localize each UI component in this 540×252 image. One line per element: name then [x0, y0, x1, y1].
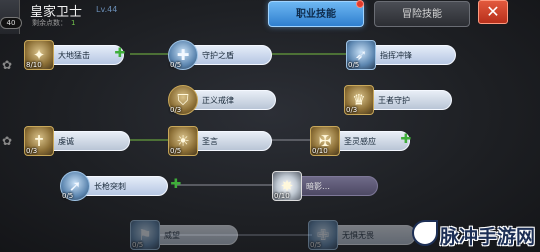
- skill-node[interactable]: ➚ 0/5 长枪突刺 ✚: [60, 171, 182, 201]
- skill-name: 虔诚: [58, 137, 74, 146]
- skill-name: 威望: [164, 231, 180, 240]
- watermark-logo: [412, 220, 438, 246]
- skill-level: 0/3: [170, 106, 182, 114]
- skill-node[interactable]: ✦ 8/10 大地猛击 ✚: [24, 40, 130, 70]
- skill-node[interactable]: ⚑ 0/5 威望: [130, 220, 240, 250]
- skill-node[interactable]: ✝ 0/3 虔诚: [24, 126, 132, 156]
- skill-level: 0/5: [348, 61, 360, 69]
- skill-name: 无惧无畏: [342, 231, 374, 240]
- skill-level: 0/5: [132, 241, 144, 249]
- skill-node[interactable]: ✙ 0/5 无惧无畏: [308, 220, 418, 250]
- skill-node[interactable]: ✸ 0/10 暗影…: [272, 171, 380, 201]
- skill-name: 正义戒律: [202, 96, 234, 105]
- skill-node[interactable]: ♛ 0/3 王者守护: [344, 85, 454, 115]
- skill-name: 圣言: [202, 137, 218, 146]
- skill-node[interactable]: ✠ 0/10 圣灵感应 ✚: [310, 126, 416, 156]
- skill-level: 0/10: [274, 192, 290, 200]
- plus-icon[interactable]: ✚: [170, 178, 182, 191]
- skill-name: 圣灵感应: [344, 137, 376, 146]
- skill-tree-panel: 40 皇家卫士 Lv.44 剩余点数： 1 职业技能 冒险技能 ✕ ✿ ✿ ✦ 8…: [0, 0, 540, 252]
- plus-icon[interactable]: ✚: [400, 133, 412, 146]
- skill-node[interactable]: ➶ 0/5 指挥冲锋: [346, 40, 458, 70]
- plus-icon[interactable]: ✚: [114, 47, 126, 60]
- skill-node[interactable]: ☀ 0/5 圣言: [168, 126, 274, 156]
- skill-level: 0/3: [346, 106, 358, 114]
- skill-connectors: [40, 53, 346, 236]
- skill-name: 大地猛击: [58, 51, 90, 60]
- skill-node[interactable]: ✚ 0/5 守护之盾: [168, 40, 274, 70]
- skill-level: 0/5: [310, 241, 322, 249]
- skill-level: 0/5: [62, 192, 74, 200]
- watermark: 脉冲手游网: [440, 226, 536, 248]
- skill-name: 王者守护: [378, 96, 410, 105]
- skill-name: 暗影…: [306, 182, 330, 191]
- skill-level: 0/3: [26, 147, 38, 155]
- skill-name: 守护之盾: [202, 51, 234, 60]
- skill-name: 指挥冲锋: [380, 51, 412, 60]
- skill-level: 0/10: [312, 147, 328, 155]
- skill-level: 0/5: [170, 61, 182, 69]
- skill-name: 长枪突刺: [94, 182, 126, 191]
- skill-level: 0/5: [170, 147, 182, 155]
- skill-level: 8/10: [26, 61, 42, 69]
- skill-node[interactable]: ⛉ 0/3 正义戒律: [168, 85, 278, 115]
